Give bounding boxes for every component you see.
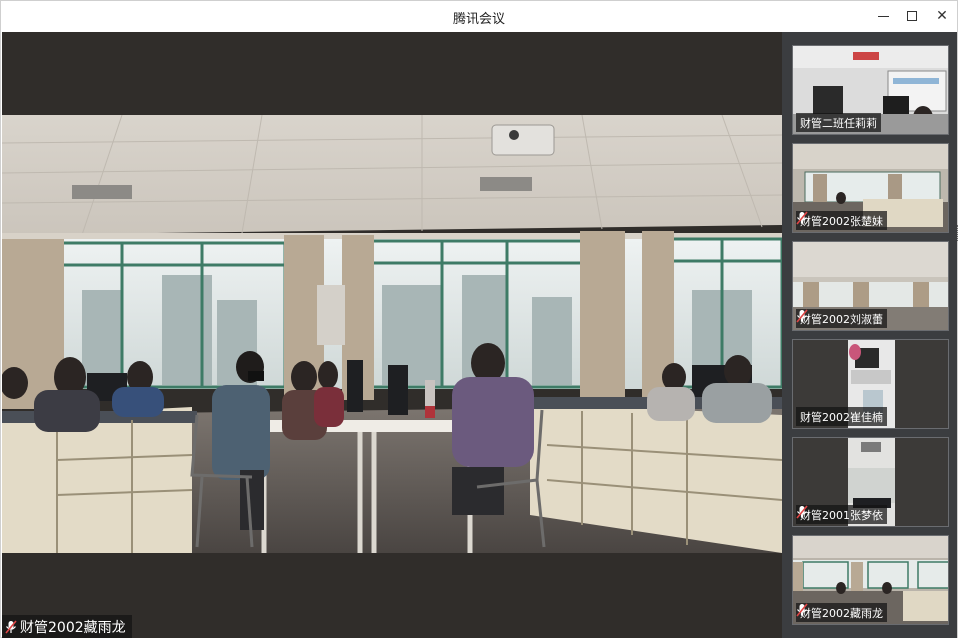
participant-name: 财管2002张楚妹 [800, 214, 883, 228]
participant-name-tag: 财管2001张梦依 [796, 505, 887, 524]
classroom-video-frame [2, 115, 782, 553]
participant-name: 财管2002刘淑蕾 [800, 312, 883, 326]
participant-name-tag: 财管2002张楚妹 [796, 211, 887, 230]
participant-name-tag: 财管2002刘淑蕾 [796, 309, 887, 328]
participant-name: 财管2002藏雨龙 [800, 606, 883, 620]
main-speaker-name-tag: 财管2002藏雨龙 [2, 615, 132, 638]
close-button[interactable]: ✕ [931, 6, 953, 26]
participant-tile[interactable]: 财管二班任莉莉 [792, 45, 949, 135]
title-bar[interactable]: 腾讯会议 ✕ [1, 1, 957, 32]
mic-muted-icon [796, 603, 808, 617]
mic-muted-icon [796, 505, 808, 519]
participant-name: 财管二班任莉莉 [800, 116, 877, 130]
mic-muted-icon [796, 309, 808, 323]
maximize-icon [907, 11, 917, 21]
resize-grip[interactable] [957, 225, 960, 241]
main-speaker-name: 财管2002藏雨龙 [20, 620, 126, 636]
participant-tile[interactable]: 财管2002藏雨龙 [792, 535, 949, 625]
participant-name-tag: 财管2002崔佳楠 [796, 407, 887, 426]
minimize-button[interactable] [872, 6, 894, 26]
minimize-icon [877, 15, 889, 17]
participant-tile[interactable]: 财管2002崔佳楠 [792, 339, 949, 429]
close-icon: ✕ [936, 8, 948, 24]
mic-muted-icon [796, 211, 808, 225]
participant-name-tag: 财管2002藏雨龙 [796, 603, 887, 622]
participant-name: 财管2002崔佳楠 [800, 410, 883, 424]
mic-muted-icon [5, 620, 17, 634]
participant-name-tag: 财管二班任莉莉 [796, 113, 881, 132]
participant-tile[interactable]: 财管2002刘淑蕾 [792, 241, 949, 331]
main-video-feed [2, 115, 782, 553]
main-video-stage[interactable]: 财管2002藏雨龙 [2, 32, 782, 638]
maximize-button[interactable] [901, 6, 923, 26]
participant-sidebar[interactable]: 财管二班任莉莉 财管2002张楚妹 财管2002刘淑蕾 财管2002崔佳楠 财管… [782, 32, 957, 638]
participant-name: 财管2001张梦依 [800, 508, 883, 522]
meeting-window: 腾讯会议 ✕ 财管2002藏雨龙 财管二班任莉莉 财管2002张楚妹 财管200… [0, 0, 958, 638]
participant-tile[interactable]: 财管2002张楚妹 [792, 143, 949, 233]
participant-tile[interactable]: 财管2001张梦依 [792, 437, 949, 527]
window-title: 腾讯会议 [452, 12, 505, 27]
